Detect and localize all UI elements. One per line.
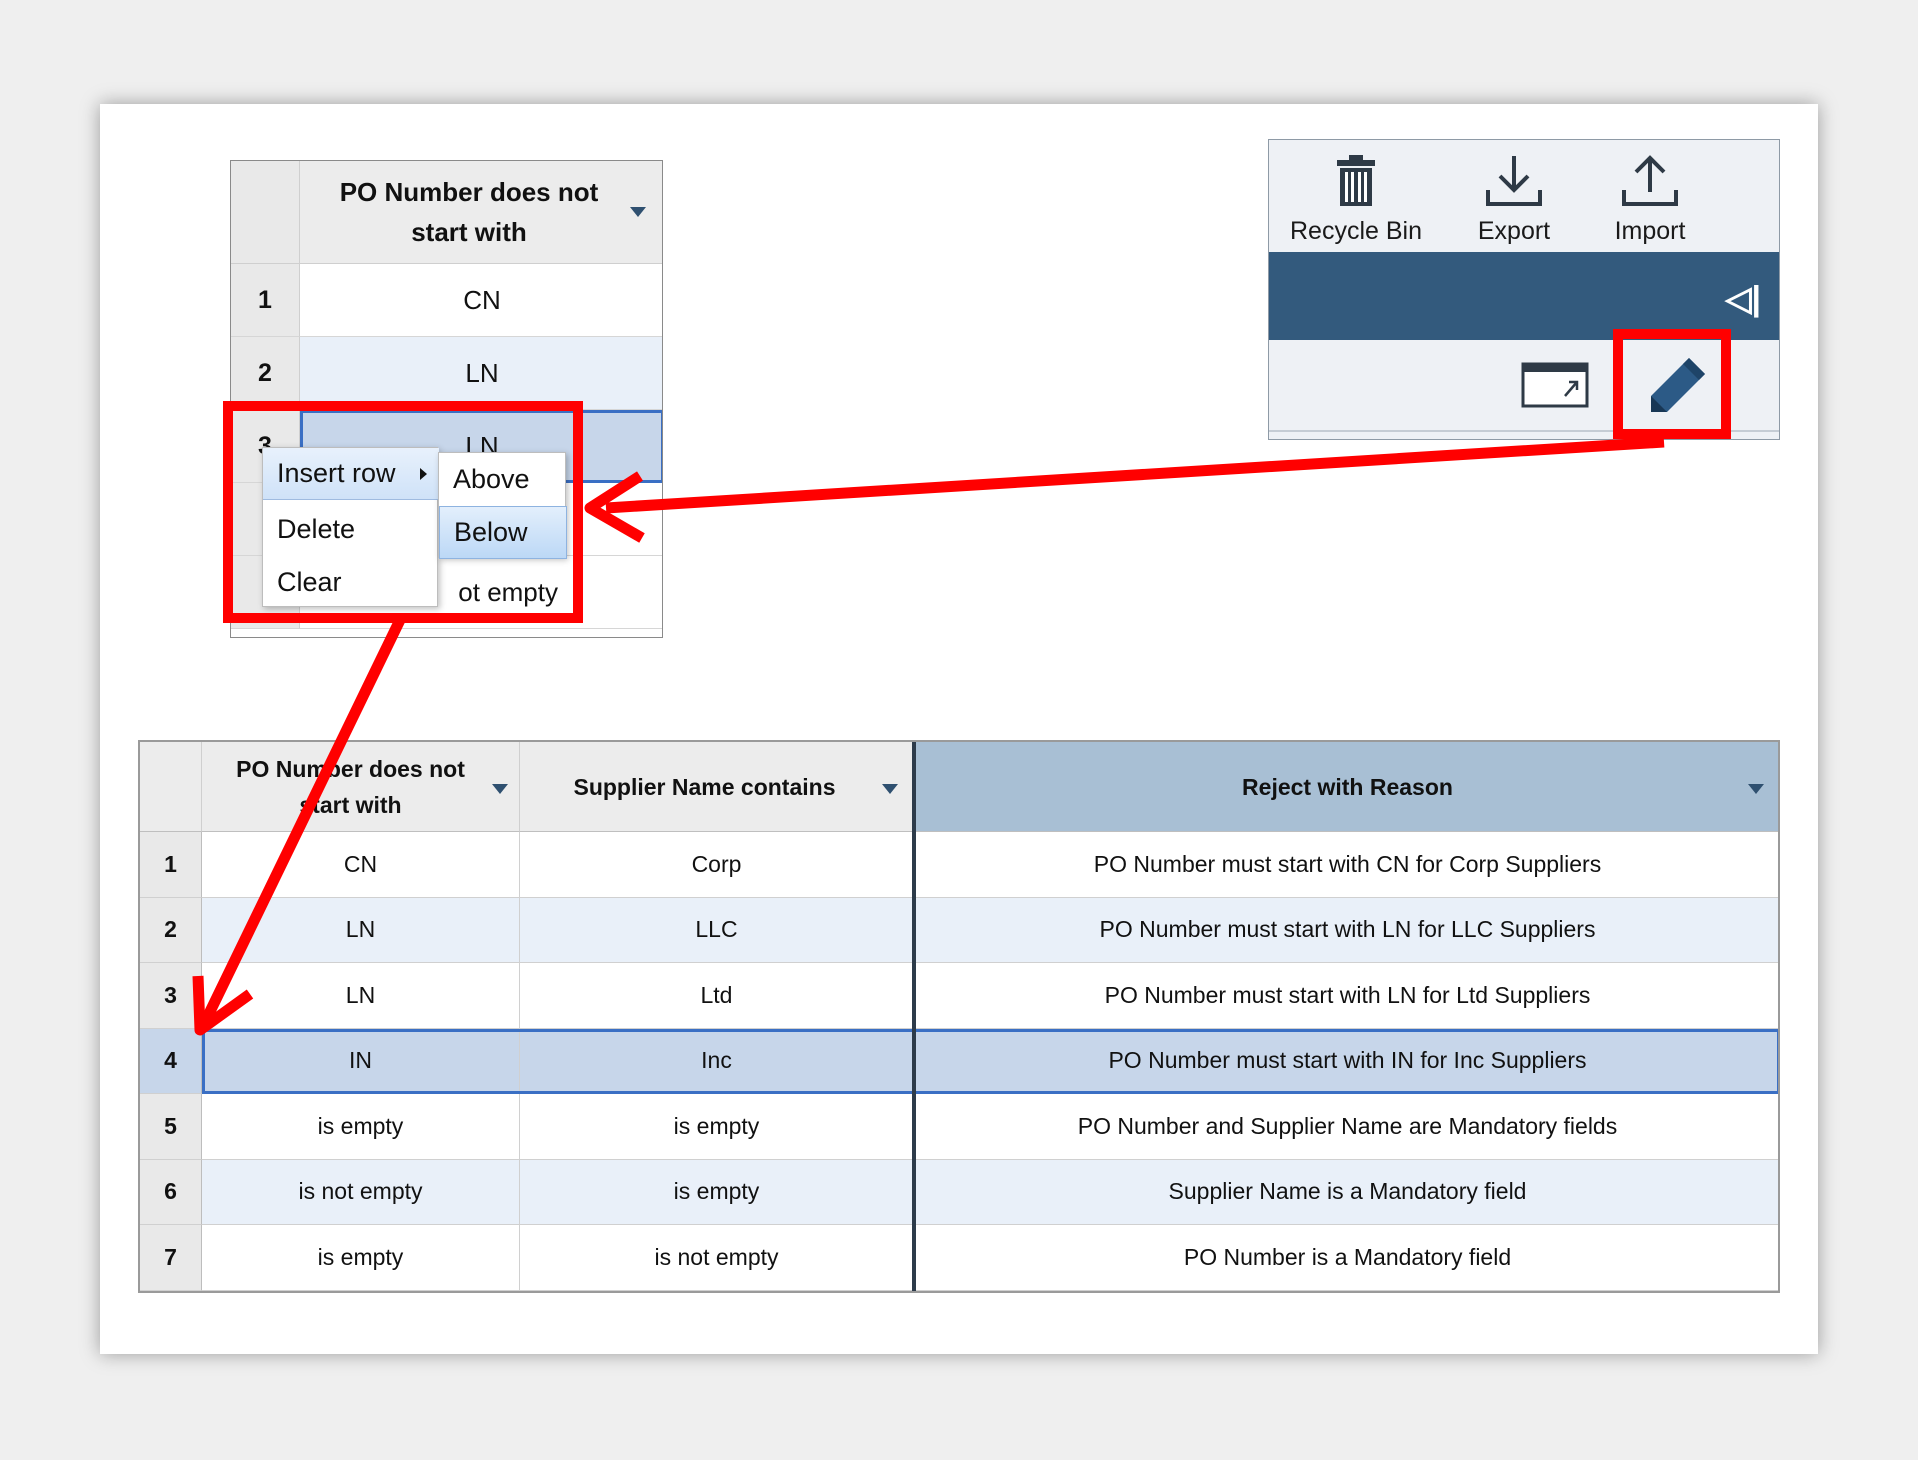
annotation-arrow-line [605,436,1665,514]
highlight-box-context-menu [223,401,583,623]
annotation-arrow-line [199,617,405,1027]
annotation-overlay [192,329,1731,1036]
highlight-box-edit-button [1613,329,1731,439]
